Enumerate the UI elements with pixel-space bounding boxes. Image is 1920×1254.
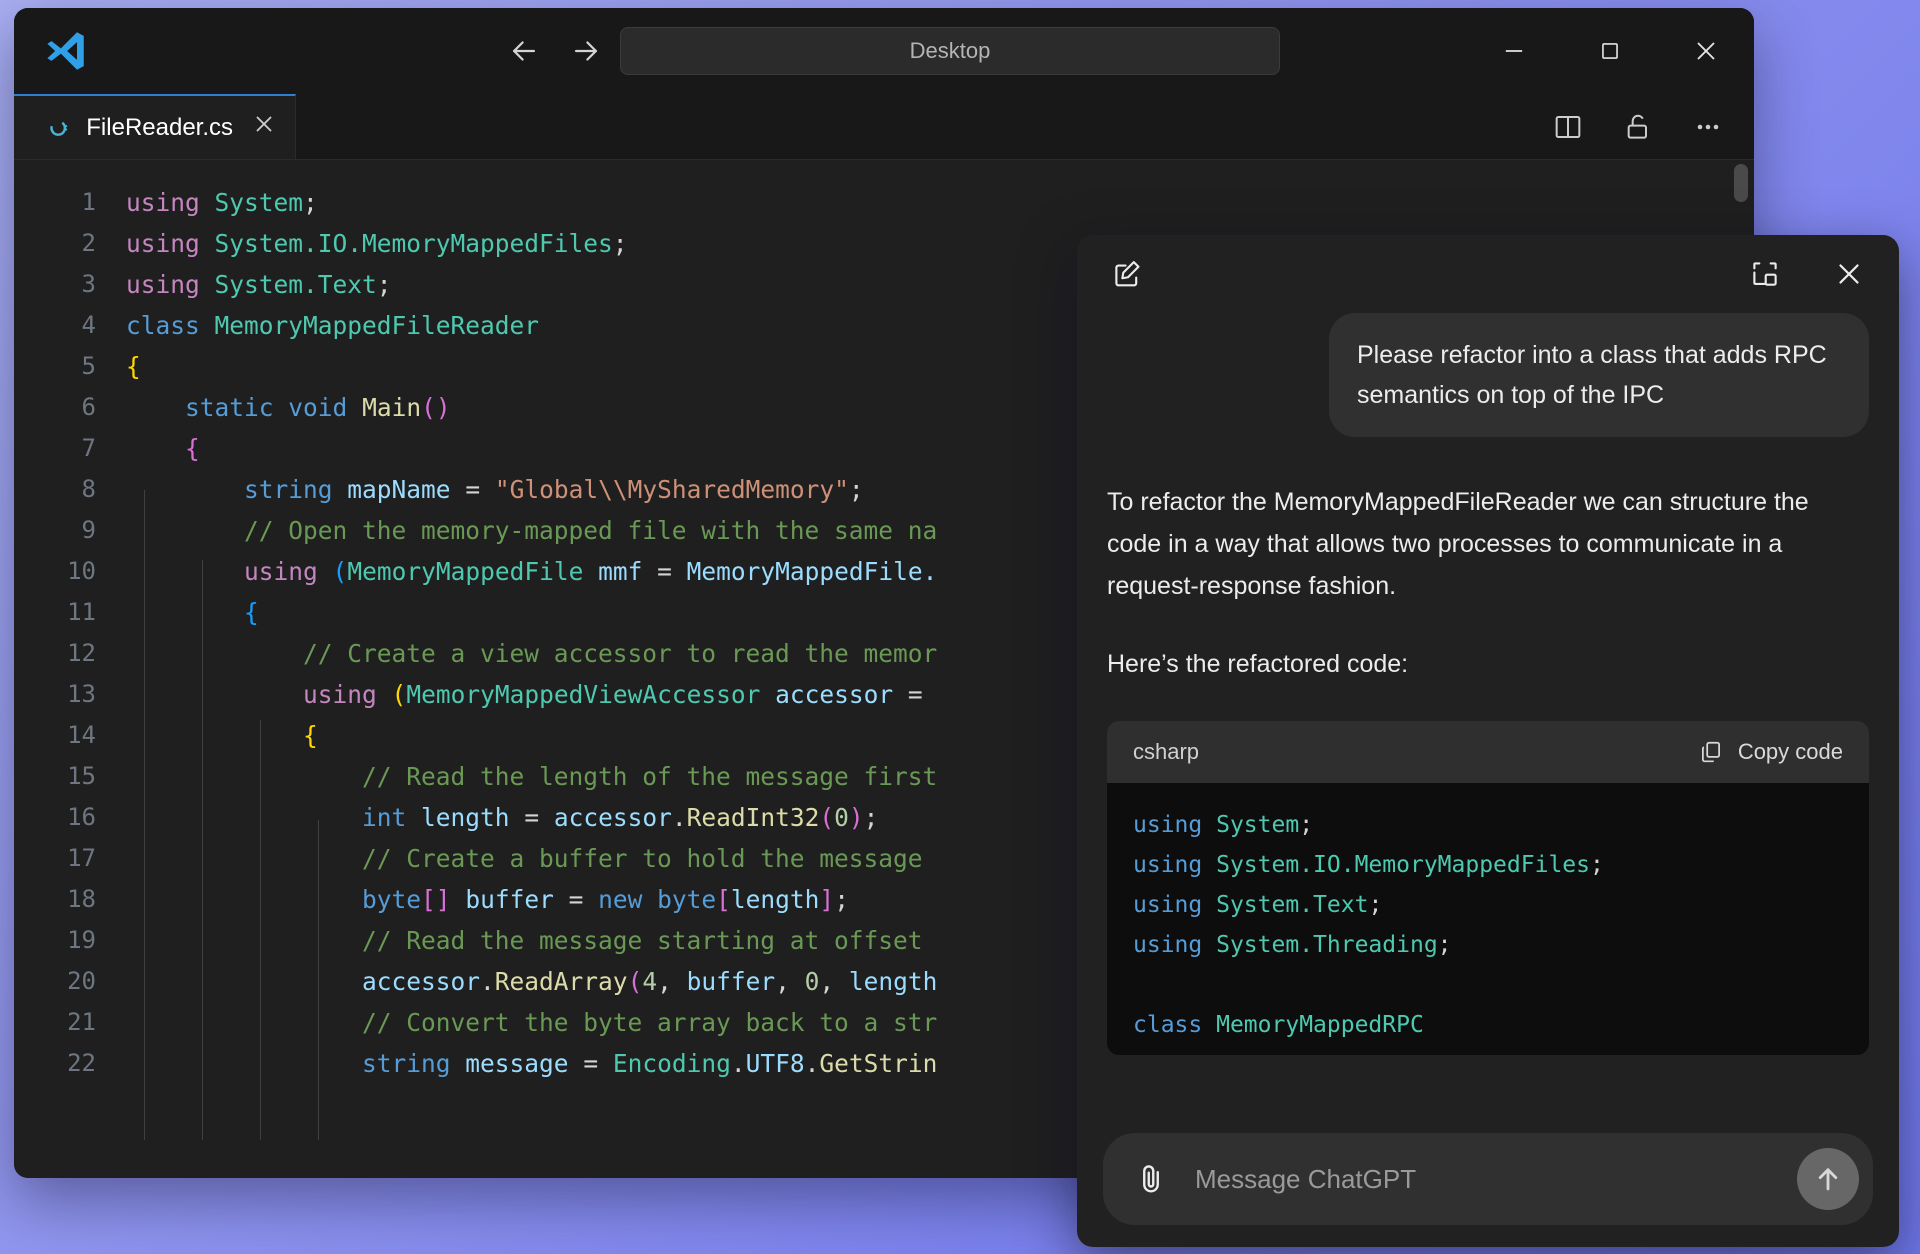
compose-icon[interactable] (1107, 254, 1147, 294)
close-icon[interactable] (1829, 254, 1869, 294)
editor-tabstrip: FileReader.cs (14, 94, 1754, 160)
code-line-text: using System.Text; (126, 264, 392, 305)
vscode-titlebar: Desktop (14, 8, 1754, 94)
chat-composer (1103, 1133, 1873, 1225)
picture-in-picture-icon[interactable] (1745, 254, 1785, 294)
line-number: 1 (14, 182, 126, 223)
code-language-label: csharp (1133, 739, 1199, 765)
code-line-text: { (126, 346, 141, 387)
copy-code-label: Copy code (1738, 739, 1843, 765)
tab-close-icon[interactable] (251, 111, 277, 144)
csharp-file-icon (48, 113, 70, 143)
split-editor-icon[interactable] (1550, 109, 1586, 145)
code-line-text: { (126, 592, 259, 633)
code-line-text: using System.IO.MemoryMappedFiles; (126, 223, 628, 264)
editor-tab-filereader[interactable]: FileReader.cs (14, 94, 296, 159)
navigation-buttons (504, 31, 606, 71)
code-line-text: // Create a view accessor to read the me… (126, 633, 937, 674)
line-number: 19 (14, 920, 126, 961)
code-line-text: static void Main() (126, 387, 451, 428)
editor-tab-label: FileReader.cs (86, 114, 233, 142)
line-number: 13 (14, 674, 126, 715)
unlock-icon[interactable] (1620, 109, 1656, 145)
line-number: 18 (14, 879, 126, 920)
code-line-text: string mapName = "Global\\MySharedMemory… (126, 469, 864, 510)
line-number: 11 (14, 592, 126, 633)
paperclip-icon[interactable] (1129, 1157, 1173, 1201)
line-number: 10 (14, 551, 126, 592)
line-number: 12 (14, 633, 126, 674)
chat-code-line: using System.Text; (1133, 885, 1843, 925)
arrow-up-icon (1811, 1162, 1845, 1196)
chat-code-line: using System.IO.MemoryMappedFiles; (1133, 845, 1843, 885)
copy-code-button[interactable]: Copy code (1698, 739, 1843, 765)
line-number: 22 (14, 1043, 126, 1084)
copy-icon (1698, 739, 1724, 765)
code-line-text: string message = Encoding.UTF8.GetStrin (126, 1043, 937, 1084)
user-message-row: Please refactor into a class that adds R… (1107, 313, 1869, 437)
window-controls (1466, 8, 1754, 94)
close-icon[interactable] (1658, 8, 1754, 94)
line-number: 14 (14, 715, 126, 756)
vscode-logo-icon (36, 25, 92, 77)
code-line-text: using System; (126, 182, 318, 223)
chat-code-line: class MemoryMappedRPC (1133, 1005, 1843, 1045)
code-block-header: csharp Copy code (1107, 721, 1869, 783)
code-line-text: byte[] buffer = new byte[length]; (126, 879, 849, 920)
arrow-right-icon[interactable] (566, 31, 606, 71)
code-line-text: using (MemoryMappedFile mmf = MemoryMapp… (126, 551, 937, 592)
chatgpt-header-actions (1745, 254, 1869, 294)
line-number: 17 (14, 838, 126, 879)
code-line-text: // Convert the byte array back to a str (126, 1002, 937, 1043)
line-number: 4 (14, 305, 126, 346)
line-number: 16 (14, 797, 126, 838)
user-message-bubble: Please refactor into a class that adds R… (1329, 313, 1869, 437)
chat-code-line (1133, 965, 1843, 1005)
line-number: 21 (14, 1002, 126, 1043)
code-line-text: // Read the message starting at offset (126, 920, 923, 961)
maximize-icon[interactable] (1562, 8, 1658, 94)
code-line-text: accessor.ReadArray(4, buffer, 0, length (126, 961, 937, 1002)
code-line-text: // Read the length of the message first (126, 756, 937, 797)
code-line-text: { (126, 428, 200, 469)
chat-conversation[interactable]: Please refactor into a class that adds R… (1077, 313, 1899, 1247)
line-number: 15 (14, 756, 126, 797)
chat-composer-wrapper (1103, 1133, 1873, 1225)
command-center-label: Desktop (910, 38, 991, 64)
code-line-text: class MemoryMappedFileReader (126, 305, 539, 346)
assistant-paragraph-1: To refactor the MemoryMappedFileReader w… (1107, 481, 1869, 607)
line-number: 6 (14, 387, 126, 428)
chatgpt-panel: Please refactor into a class that adds R… (1077, 235, 1899, 1247)
code-line-text: using (MemoryMappedViewAccessor accessor… (126, 674, 923, 715)
code-block-lines: using System;using System.IO.MemoryMappe… (1107, 783, 1869, 1055)
message-input[interactable] (1195, 1164, 1775, 1195)
minimize-icon[interactable] (1466, 8, 1562, 94)
arrow-left-icon[interactable] (504, 31, 544, 71)
editor-action-buttons (1550, 94, 1726, 160)
line-number: 5 (14, 346, 126, 387)
code-line-text: int length = accessor.ReadInt32(0); (126, 797, 878, 838)
assistant-paragraph-2: Here’s the refactored code: (1107, 643, 1869, 685)
line-number: 7 (14, 428, 126, 469)
chat-code-line: using System; (1133, 805, 1843, 845)
line-number: 2 (14, 223, 126, 264)
line-number: 20 (14, 961, 126, 1002)
line-number: 9 (14, 510, 126, 551)
line-number: 8 (14, 469, 126, 510)
chatgpt-header (1077, 235, 1899, 313)
assistant-code-block: csharp Copy code using System;using Syst… (1107, 721, 1869, 1055)
code-line-text: // Open the memory-mapped file with the … (126, 510, 937, 551)
send-button[interactable] (1797, 1148, 1859, 1210)
more-actions-icon[interactable] (1690, 109, 1726, 145)
code-line: 1using System; (14, 182, 1754, 223)
code-line-text: { (126, 715, 318, 756)
command-center[interactable]: Desktop (620, 27, 1280, 75)
code-line-text: // Create a buffer to hold the message (126, 838, 923, 879)
line-number: 3 (14, 264, 126, 305)
chat-code-line: using System.Threading; (1133, 925, 1843, 965)
